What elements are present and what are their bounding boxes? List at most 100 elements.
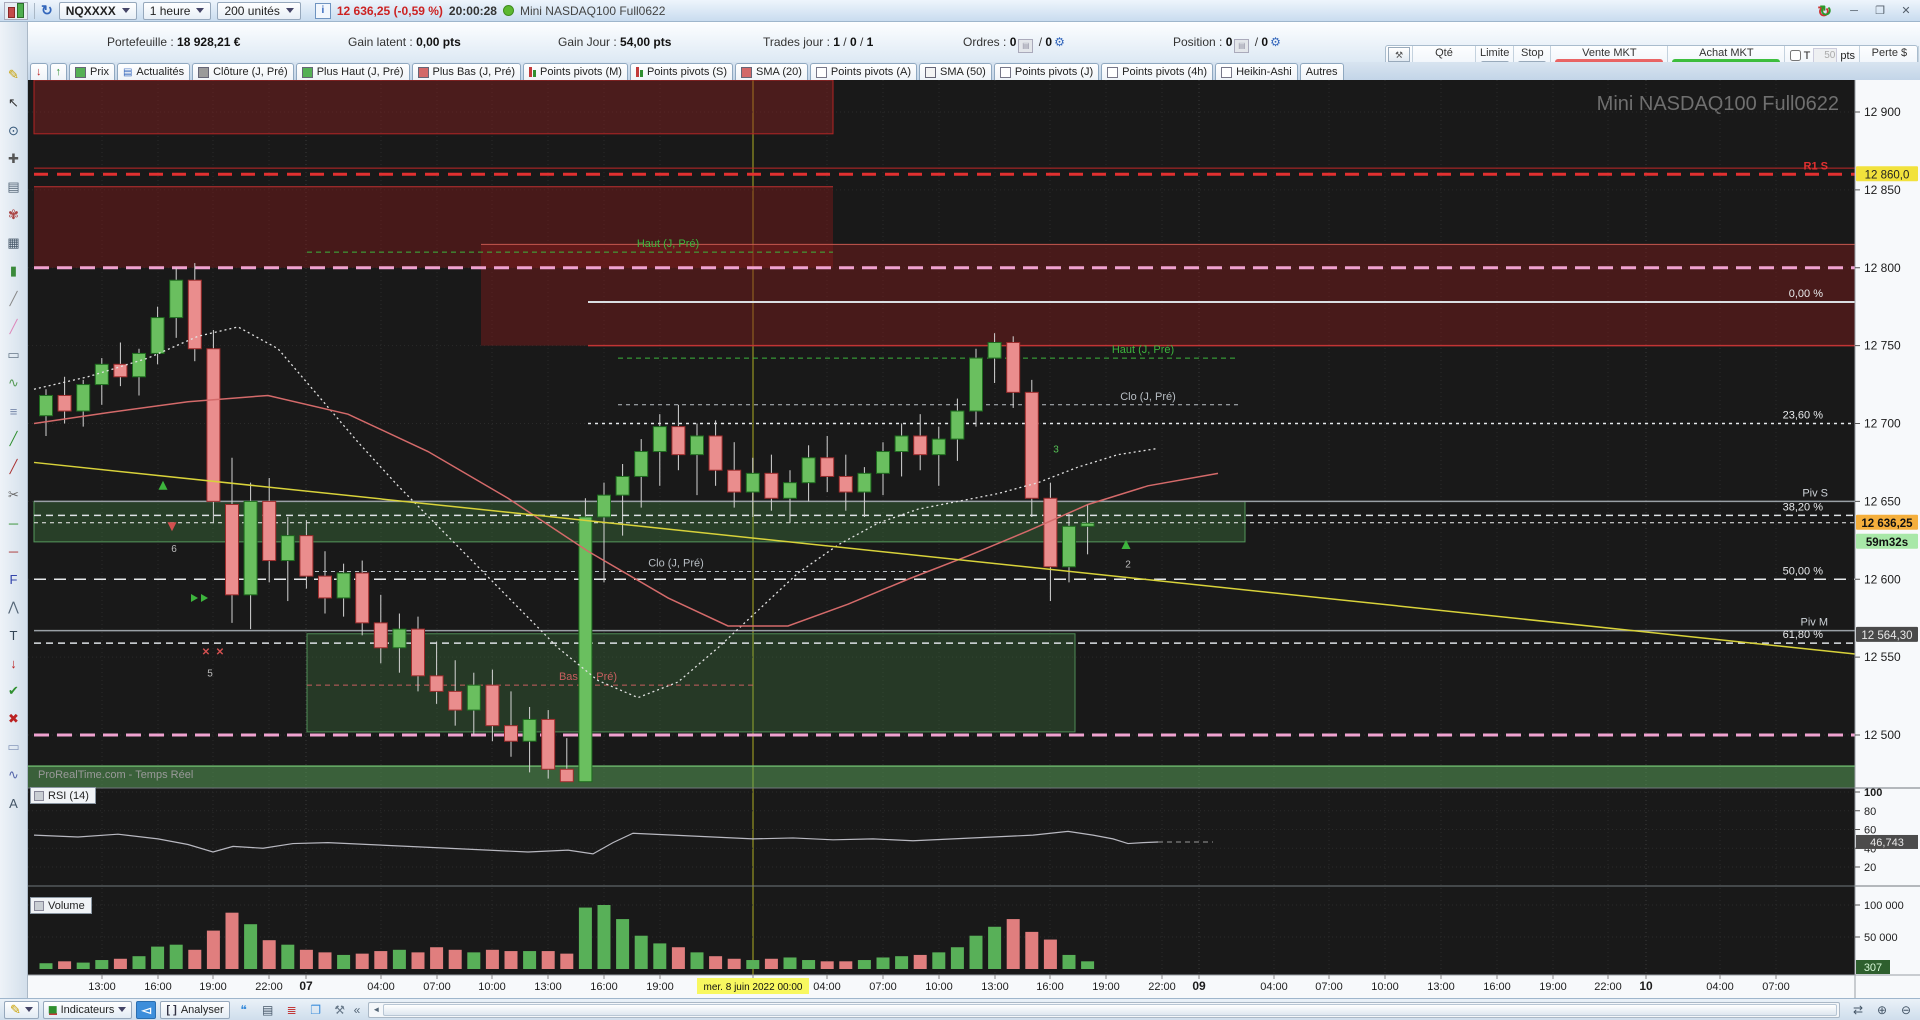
app-logo-icon [4, 1, 28, 20]
minimize-button[interactable]: ─ [1844, 3, 1864, 19]
tab-points-pivots-4h[interactable]: Points pivots (4h) [1101, 63, 1214, 80]
settings-wrench-icon[interactable]: ⚒ [330, 1001, 350, 1019]
screenshot-icon[interactable]: ▤ [2, 176, 26, 198]
news-list-icon[interactable]: ▤ [258, 1001, 278, 1019]
hline-green-icon[interactable]: ─ [2, 512, 26, 534]
orders-list-icon[interactable]: ▤ [1018, 39, 1034, 53]
svg-text:12 850: 12 850 [1864, 183, 1901, 197]
svg-text:10: 10 [1639, 979, 1653, 993]
candles-icon[interactable]: ▮ [2, 260, 26, 282]
draw-pencil-icon[interactable]: ✎ [2, 64, 26, 86]
tab-actualites[interactable]: ▤ Actualités [116, 63, 191, 80]
indicator-color-icon [417, 66, 429, 78]
draw-tool-button[interactable]: ✎ [4, 1000, 39, 1019]
collapse-chevrons-icon[interactable]: « [354, 1003, 361, 1017]
trendline-green-icon[interactable]: ╱ [2, 428, 26, 450]
pencil-icon: ✎ [10, 1001, 21, 1017]
tab-export-up[interactable]: ↑ [49, 63, 67, 80]
analyser-button[interactable]: [ ] Analyser [160, 1000, 230, 1019]
wave-tool-icon[interactable]: ∿ [2, 372, 26, 394]
position-list-icon[interactable]: ▤ [1234, 39, 1250, 53]
cursor-icon[interactable]: ↖ [2, 92, 26, 114]
tab-points-pivots-m[interactable]: Points pivots (M) [523, 63, 628, 80]
symbol-select[interactable]: NQXXXX [58, 1, 137, 20]
tab-heikin-ashi[interactable]: Heikin-Ashi [1215, 63, 1298, 80]
annotation-icon[interactable]: A [2, 792, 26, 814]
grid-icon[interactable]: ▦ [2, 232, 26, 254]
rectangle-tool-icon[interactable]: ▭ [2, 344, 26, 366]
fib-retracement-icon[interactable]: F [2, 568, 26, 590]
trendline-red-icon[interactable]: ╱ [2, 456, 26, 478]
indicator-checkbox-icon[interactable] [815, 66, 827, 78]
svg-text:04:00: 04:00 [1706, 981, 1734, 993]
tab-export-down[interactable]: ↓ [30, 63, 48, 80]
tab-sma-50[interactable]: SMA (50) [919, 63, 992, 80]
ruler-icon[interactable]: ╱ [2, 288, 26, 310]
share-icon[interactable]: ◅ [136, 1000, 157, 1019]
indicators-button[interactable]: ▅ Indicateurs [42, 1000, 133, 1019]
market-depth-icon[interactable]: ≣ [282, 1001, 302, 1019]
timeframe-select[interactable]: 1 heure [142, 1, 212, 20]
pink-trendline-icon[interactable]: ╱ [2, 316, 26, 338]
close-button[interactable]: ✕ [1896, 3, 1916, 19]
units-select[interactable]: 200 unités [217, 1, 301, 20]
tab-points-pivots-a[interactable]: Points pivots (A) [809, 63, 917, 80]
tab-plus-bas[interactable]: Plus Bas (J, Pré) [411, 63, 522, 80]
horizontal-scrollbar[interactable]: ◄ [368, 1001, 1840, 1018]
svg-text:307: 307 [1864, 962, 1882, 974]
tab-points-pivots-j[interactable]: Points pivots (J) [993, 63, 1100, 80]
tab-autres[interactable]: Autres [1299, 63, 1344, 80]
palette-icon[interactable]: ✾ [2, 204, 26, 226]
volume-color-icon [34, 900, 44, 911]
target-points-input[interactable] [1813, 48, 1838, 63]
zoom-icon[interactable]: ⊙ [2, 120, 26, 142]
tab-plus-haut[interactable]: Plus Haut (J, Pré) [295, 63, 410, 80]
chevron-down-icon [285, 8, 294, 13]
scrollbar-thumb[interactable] [383, 1003, 1837, 1016]
tab-cloture[interactable]: Clôture (J, Pré) [192, 63, 294, 80]
restore-button[interactable]: ❐ [1870, 3, 1890, 19]
svg-text:✕: ✕ [216, 647, 224, 658]
sync-icon[interactable]: ↻ [41, 2, 53, 19]
zoom-in-icon[interactable]: ⊕ [1872, 1001, 1892, 1019]
svg-text:13:00: 13:00 [534, 981, 562, 993]
text-tool-icon[interactable]: T [2, 624, 26, 646]
windows-icon[interactable]: ❐ [306, 1001, 326, 1019]
pan-icon[interactable]: ✚ [2, 148, 26, 170]
delete-icon[interactable]: ✖ [2, 708, 26, 730]
clock: 20:00:28 [448, 3, 497, 18]
zigzag-icon[interactable]: ⋀ [2, 596, 26, 618]
volume-chip[interactable]: Volume [30, 897, 92, 914]
tab-points-pivots-s[interactable]: Points pivots (S) [629, 63, 734, 80]
hline-red-icon[interactable]: ─ [2, 540, 26, 562]
scroll-left-icon[interactable]: ◄ [369, 1004, 383, 1016]
position-gear-icon[interactable]: ⚙ [1270, 35, 1281, 49]
arrow-down-icon[interactable]: ↓ [2, 652, 26, 674]
indicator-checkbox-icon[interactable] [1107, 66, 1119, 78]
zoom-out-icon[interactable]: ⊖ [1896, 1001, 1916, 1019]
chat-icon[interactable]: ❝ [234, 1001, 254, 1019]
svg-text:04:00: 04:00 [1260, 981, 1288, 993]
zigzag2-icon[interactable]: ∿ [2, 764, 26, 786]
fibonacci-icon[interactable]: ≡ [2, 400, 26, 422]
tab-label: Autres [1305, 66, 1338, 78]
svg-text:Piv M: Piv M [1801, 617, 1829, 629]
swap-axes-icon[interactable]: ⇄ [1848, 1001, 1868, 1019]
tab-sma-20[interactable]: SMA (20) [735, 63, 808, 80]
export-up-icon: ↑ [55, 66, 62, 78]
svg-text:19:00: 19:00 [1092, 981, 1120, 993]
tab-prix[interactable]: Prix [69, 63, 115, 80]
check-icon[interactable]: ✔ [2, 680, 26, 702]
wrench-icon[interactable]: ⚒ [1388, 47, 1410, 62]
price-chart[interactable]: Mini NASDAQ100 Full0622 R1 S Haut (J, Pré)… [28, 80, 1920, 998]
loss-label: Perte $ [1871, 47, 1908, 59]
target-checkbox[interactable] [1789, 50, 1801, 61]
bottom-toolbar: ✎ ▅ Indicateurs ◅ [ ] Analyser ❝ ▤ ≣ ❐ ⚒… [0, 998, 1920, 1020]
rsi-chip[interactable]: RSI (14) [30, 787, 96, 804]
orders-gear-icon[interactable]: ⚙ [1054, 35, 1065, 49]
indicator-checkbox-icon[interactable] [1221, 66, 1233, 78]
scissors-icon[interactable]: ✂ [2, 484, 26, 506]
info-icon[interactable]: i [314, 2, 331, 19]
rectangle2-icon[interactable]: ▭ [2, 736, 26, 758]
indicator-checkbox-icon[interactable] [999, 66, 1011, 78]
